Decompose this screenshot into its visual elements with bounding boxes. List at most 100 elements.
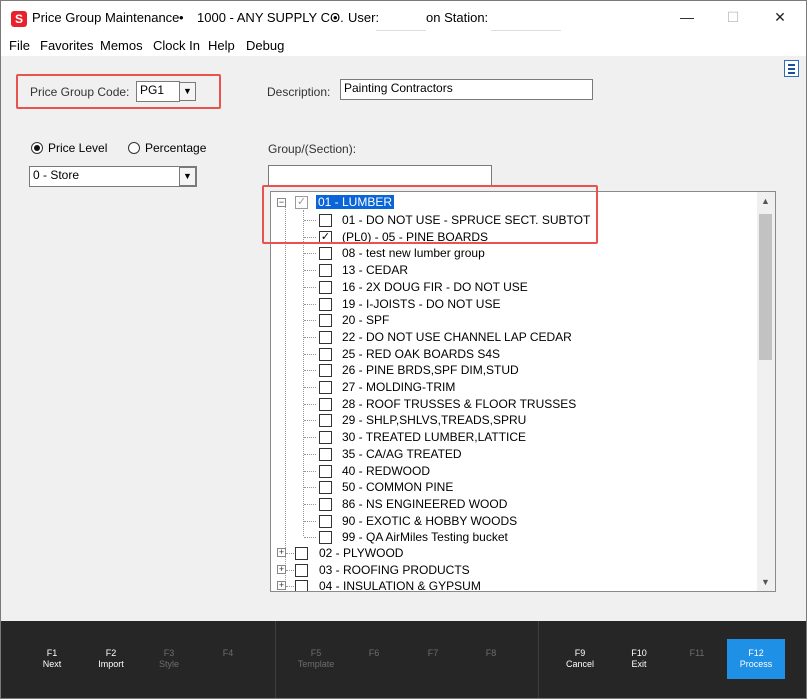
tree-checkbox[interactable] [319, 314, 332, 328]
group-section-label: Group/(Section): [268, 142, 357, 156]
scroll-thumb[interactable] [759, 214, 772, 360]
tree-checkbox[interactable] [319, 364, 332, 378]
fkey-f7-button: F7 [408, 648, 458, 659]
fkey-label: F4 [222, 648, 234, 658]
close-icon[interactable]: ✕ [757, 1, 803, 35]
tree-item[interactable]: 27 - MOLDING-TRIM [342, 380, 455, 394]
menu-favorites[interactable]: Favorites [40, 38, 93, 53]
maximize-icon: ☐ [726, 9, 740, 25]
product-group-tree[interactable]: ▲ ▼ − ✓ 01 - LUMBER 01 - DO NOT USE - SP… [270, 191, 776, 592]
tree-checkbox[interactable] [319, 381, 332, 394]
tree-checkbox[interactable] [295, 563, 308, 577]
fkey-f1-button[interactable]: F1 Next [27, 648, 77, 670]
expand-icon[interactable]: + [277, 564, 286, 574]
fkey-action: Next [42, 659, 62, 669]
description-label: Description: [267, 85, 331, 99]
scroll-up-icon[interactable]: ▲ [761, 196, 770, 206]
tree-checkbox[interactable] [319, 514, 332, 528]
tree-item[interactable]: 20 - SPF [342, 313, 389, 327]
tree-checkbox[interactable] [319, 264, 332, 278]
fkey-f10-button[interactable]: F10 Exit [614, 648, 664, 670]
fkey-f12-button[interactable]: F12 Process [727, 639, 785, 679]
tree-checkbox[interactable] [319, 247, 332, 261]
tree-root-item[interactable]: 03 - ROOFING PRODUCTS [319, 563, 470, 577]
fkey-label: F10 [631, 648, 647, 658]
tree-checkbox[interactable] [319, 497, 332, 511]
expand-icon[interactable]: + [277, 548, 286, 557]
tree-item[interactable]: 90 - EXOTIC & HOBBY WOODS [342, 514, 517, 528]
tree-checkbox[interactable] [319, 447, 332, 461]
tree-item[interactable]: 19 - I-JOISTS - DO NOT USE [342, 297, 500, 311]
tree-item[interactable]: 50 - COMMON PINE [342, 480, 453, 494]
station-name-field [491, 9, 561, 31]
scroll-down-icon[interactable]: ▼ [761, 577, 770, 587]
tree-scrollbar[interactable]: ▲ ▼ [757, 192, 775, 591]
tree-item[interactable]: 29 - SHLP,SHLVS,TREADS,SPRU [342, 413, 526, 427]
menu-debug[interactable]: Debug [246, 38, 284, 53]
tree-root-item[interactable]: 02 - PLYWOOD [319, 546, 403, 560]
tree-item[interactable]: 35 - CA/AG TREATED [342, 447, 462, 461]
group-section-input[interactable] [268, 165, 492, 186]
menu-help[interactable]: Help [208, 38, 235, 53]
percentage-radio[interactable] [128, 142, 140, 154]
fkey-action: Cancel [565, 659, 594, 669]
tree-checkbox[interactable] [319, 347, 332, 361]
tree-item[interactable]: 28 - ROOF TRUSSES & FLOOR TRUSSES [342, 397, 576, 411]
options-menu-icon[interactable] [784, 60, 799, 77]
tree-checkbox[interactable] [319, 531, 332, 545]
tree-item[interactable]: 22 - DO NOT USE CHANNEL LAP CEDAR [342, 330, 572, 344]
tree-item[interactable]: 99 - QA AirMiles Testing bucket [342, 530, 508, 544]
fkey-label: F11 [689, 648, 705, 658]
tree-item[interactable]: 26 - PINE BRDS,SPF DIM,STUD [342, 363, 519, 377]
menu-file[interactable]: File [9, 38, 30, 53]
price-level-dropdown-icon[interactable]: ▼ [179, 167, 196, 186]
fkey-f3-button: F3 Style [144, 648, 194, 670]
menu-clock-in[interactable]: Clock In [153, 38, 200, 53]
fkey-label: F9 [574, 648, 586, 658]
fkey-action: Process [739, 659, 773, 669]
tree-checkbox[interactable] [319, 397, 332, 411]
tree-checkbox[interactable] [319, 431, 332, 445]
app-logo-icon: S [11, 11, 27, 27]
price-group-input[interactable]: PG1 [136, 81, 180, 102]
function-key-bar: F1 Next F2 Import F3 Style F4 F5 Template F6 F7 F8 F… [1, 621, 806, 698]
tree-checkbox[interactable] [319, 481, 332, 495]
tree-item[interactable]: 86 - NS ENGINEERED WOOD [342, 497, 507, 511]
description-input[interactable]: Painting Contractors [340, 79, 593, 100]
tree-item[interactable]: 25 - RED OAK BOARDS S4S [342, 347, 500, 361]
window-title: Price Group Maintenance [32, 10, 180, 25]
tree-checkbox[interactable] [295, 580, 308, 591]
price-level-select[interactable]: 0 - Store [29, 166, 197, 187]
fkey-f9-button[interactable]: F9 Cancel [555, 648, 605, 670]
price-level-radio-label: Price Level [48, 141, 108, 155]
fkey-f8-button: F8 [466, 648, 516, 659]
app-window: S Price Group Maintenance • 1000 - ANY S… [0, 0, 807, 699]
price-group-dropdown-icon[interactable]: ▼ [179, 82, 196, 101]
tree-checkbox[interactable] [295, 547, 308, 560]
company-name: 1000 - ANY SUPPLY CO. [197, 10, 344, 25]
price-level-radio[interactable] [31, 142, 43, 154]
menu-memos[interactable]: Memos [100, 38, 143, 53]
minimize-icon[interactable]: — [664, 1, 710, 35]
fkey-f2-button[interactable]: F2 Import [86, 648, 136, 670]
fkey-action: Exit [631, 659, 647, 669]
tree-item[interactable]: 13 - CEDAR [342, 263, 408, 277]
tree-item[interactable]: 40 - REDWOOD [342, 464, 430, 478]
tree-checkbox[interactable] [319, 297, 332, 311]
title-bar: S Price Group Maintenance • 1000 - ANY S… [1, 1, 806, 35]
fkey-action: Import [98, 659, 124, 669]
fkey-label: F12 [748, 648, 764, 658]
tree-checkbox[interactable] [319, 330, 332, 344]
tree-checkbox[interactable] [319, 414, 332, 428]
tree-item[interactable]: 08 - test new lumber group [342, 246, 485, 260]
expand-icon[interactable]: + [277, 581, 286, 591]
fkey-label: F7 [427, 648, 439, 658]
tree-item[interactable]: 30 - TREATED LUMBER,LATTICE [342, 430, 526, 444]
percentage-radio-label: Percentage [145, 141, 207, 155]
tree-root-item[interactable]: 04 - INSULATION & GYPSUM [319, 579, 481, 591]
tree-checkbox[interactable] [319, 464, 332, 478]
tree-checkbox[interactable] [319, 280, 332, 294]
station-label: on Station: [426, 10, 489, 25]
fkey-label: F6 [368, 648, 380, 658]
tree-item[interactable]: 16 - 2X DOUG FIR - DO NOT USE [342, 280, 528, 294]
